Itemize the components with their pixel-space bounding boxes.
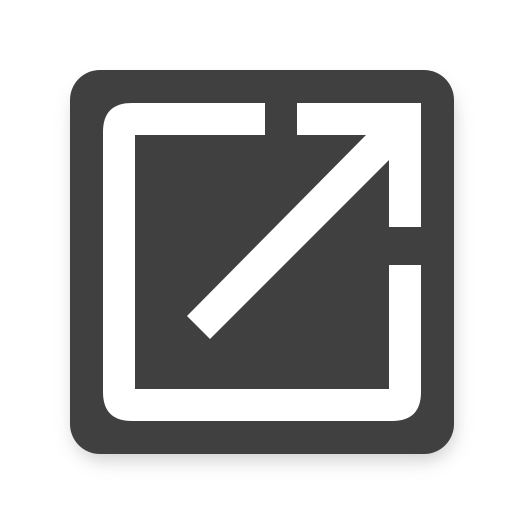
app-icon-button[interactable]	[0, 0, 512, 512]
open-in-new-icon	[70, 70, 454, 460]
icon-canvas	[0, 0, 512, 512]
